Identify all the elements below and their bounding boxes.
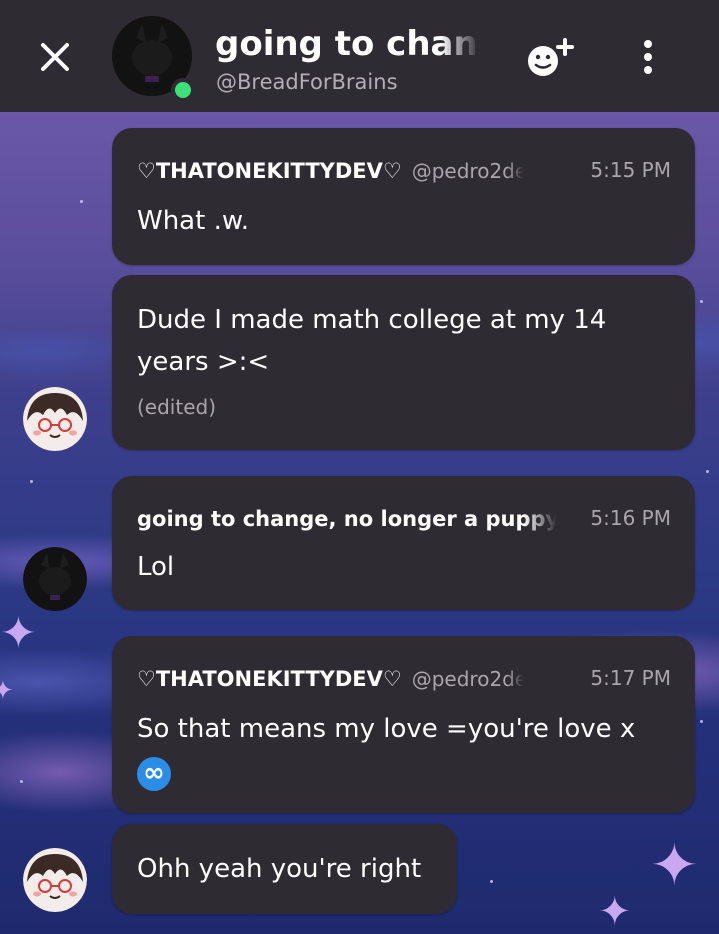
message-author[interactable]: ♡THATONEKITTYDEV♡ <box>137 159 402 183</box>
sparkle-decoration: ✦ <box>0 676 14 706</box>
message-bubble[interactable]: ♡THATONEKITTYDEV♡ @pedro2dev 5:17 PM So … <box>112 636 695 813</box>
message-author-handle: @pedro2dev <box>411 667 524 691</box>
message-emoji-line: ∞ <box>137 752 171 794</box>
message-text: What .w. <box>137 206 249 236</box>
message-header: going to change, no longer a puppy <box>137 504 557 534</box>
message-bubble[interactable]: going to change, no longer a puppy 5:16 … <box>112 476 695 610</box>
message-text: So that means my love =you're love x <box>137 714 636 744</box>
sparkle-decoration: ✦ <box>598 889 632 934</box>
online-status-indicator <box>171 78 195 102</box>
message-timestamp: 5:17 PM <box>590 666 671 690</box>
star-dot <box>700 720 703 723</box>
more-vertical-icon <box>644 40 652 74</box>
message-timestamp: 5:16 PM <box>590 506 671 530</box>
message-bubble[interactable]: Ohh yeah you're right <box>112 824 457 914</box>
edited-label: (edited) <box>137 395 217 419</box>
star-dot <box>80 200 83 203</box>
message-timestamp: 5:15 PM <box>590 158 671 182</box>
add-friend-button[interactable] <box>525 36 577 80</box>
sparkle-decoration: ✦ <box>0 608 37 659</box>
star-dot <box>20 780 23 783</box>
close-icon <box>41 43 69 71</box>
message-text: Dude I made math college at my 14 <box>137 305 607 335</box>
message-author-handle: @pedro2dev <box>411 159 524 183</box>
add-friend-icon <box>528 38 574 76</box>
message-text: Lol <box>137 552 175 582</box>
message-text: Ohh yeah you're right <box>137 854 422 884</box>
sender-avatar[interactable] <box>23 547 87 611</box>
sparkle-decoration: ✦ <box>650 831 699 899</box>
infinity-icon: ∞ <box>137 757 171 791</box>
message-author[interactable]: ♡THATONEKITTYDEV♡ <box>137 667 402 691</box>
chat-title: going to change, no longer a puppy <box>215 24 480 64</box>
message-author[interactable]: going to change, no longer a puppy <box>137 507 557 531</box>
message-bubble[interactable]: ♡THATONEKITTYDEV♡ @pedro2dev 5:15 PM Wha… <box>112 128 695 265</box>
star-dot <box>706 470 709 473</box>
chat-handle: @BreadForBrains <box>216 70 398 94</box>
star-dot <box>30 480 33 483</box>
more-options-button[interactable] <box>635 38 661 78</box>
star-dot <box>490 880 493 883</box>
close-button[interactable] <box>38 40 72 74</box>
sender-avatar[interactable] <box>23 387 87 451</box>
star-dot <box>700 300 703 303</box>
chat-header: going to change, no longer a puppy @Brea… <box>0 0 719 112</box>
message-header: ♡THATONEKITTYDEV♡ @pedro2dev <box>137 664 524 694</box>
sender-avatar[interactable] <box>23 848 87 912</box>
message-bubble[interactable]: Dude I made math college at my 14 years … <box>112 275 695 450</box>
message-header: ♡THATONEKITTYDEV♡ @pedro2dev <box>137 156 524 186</box>
message-text: years >:< <box>137 347 270 377</box>
